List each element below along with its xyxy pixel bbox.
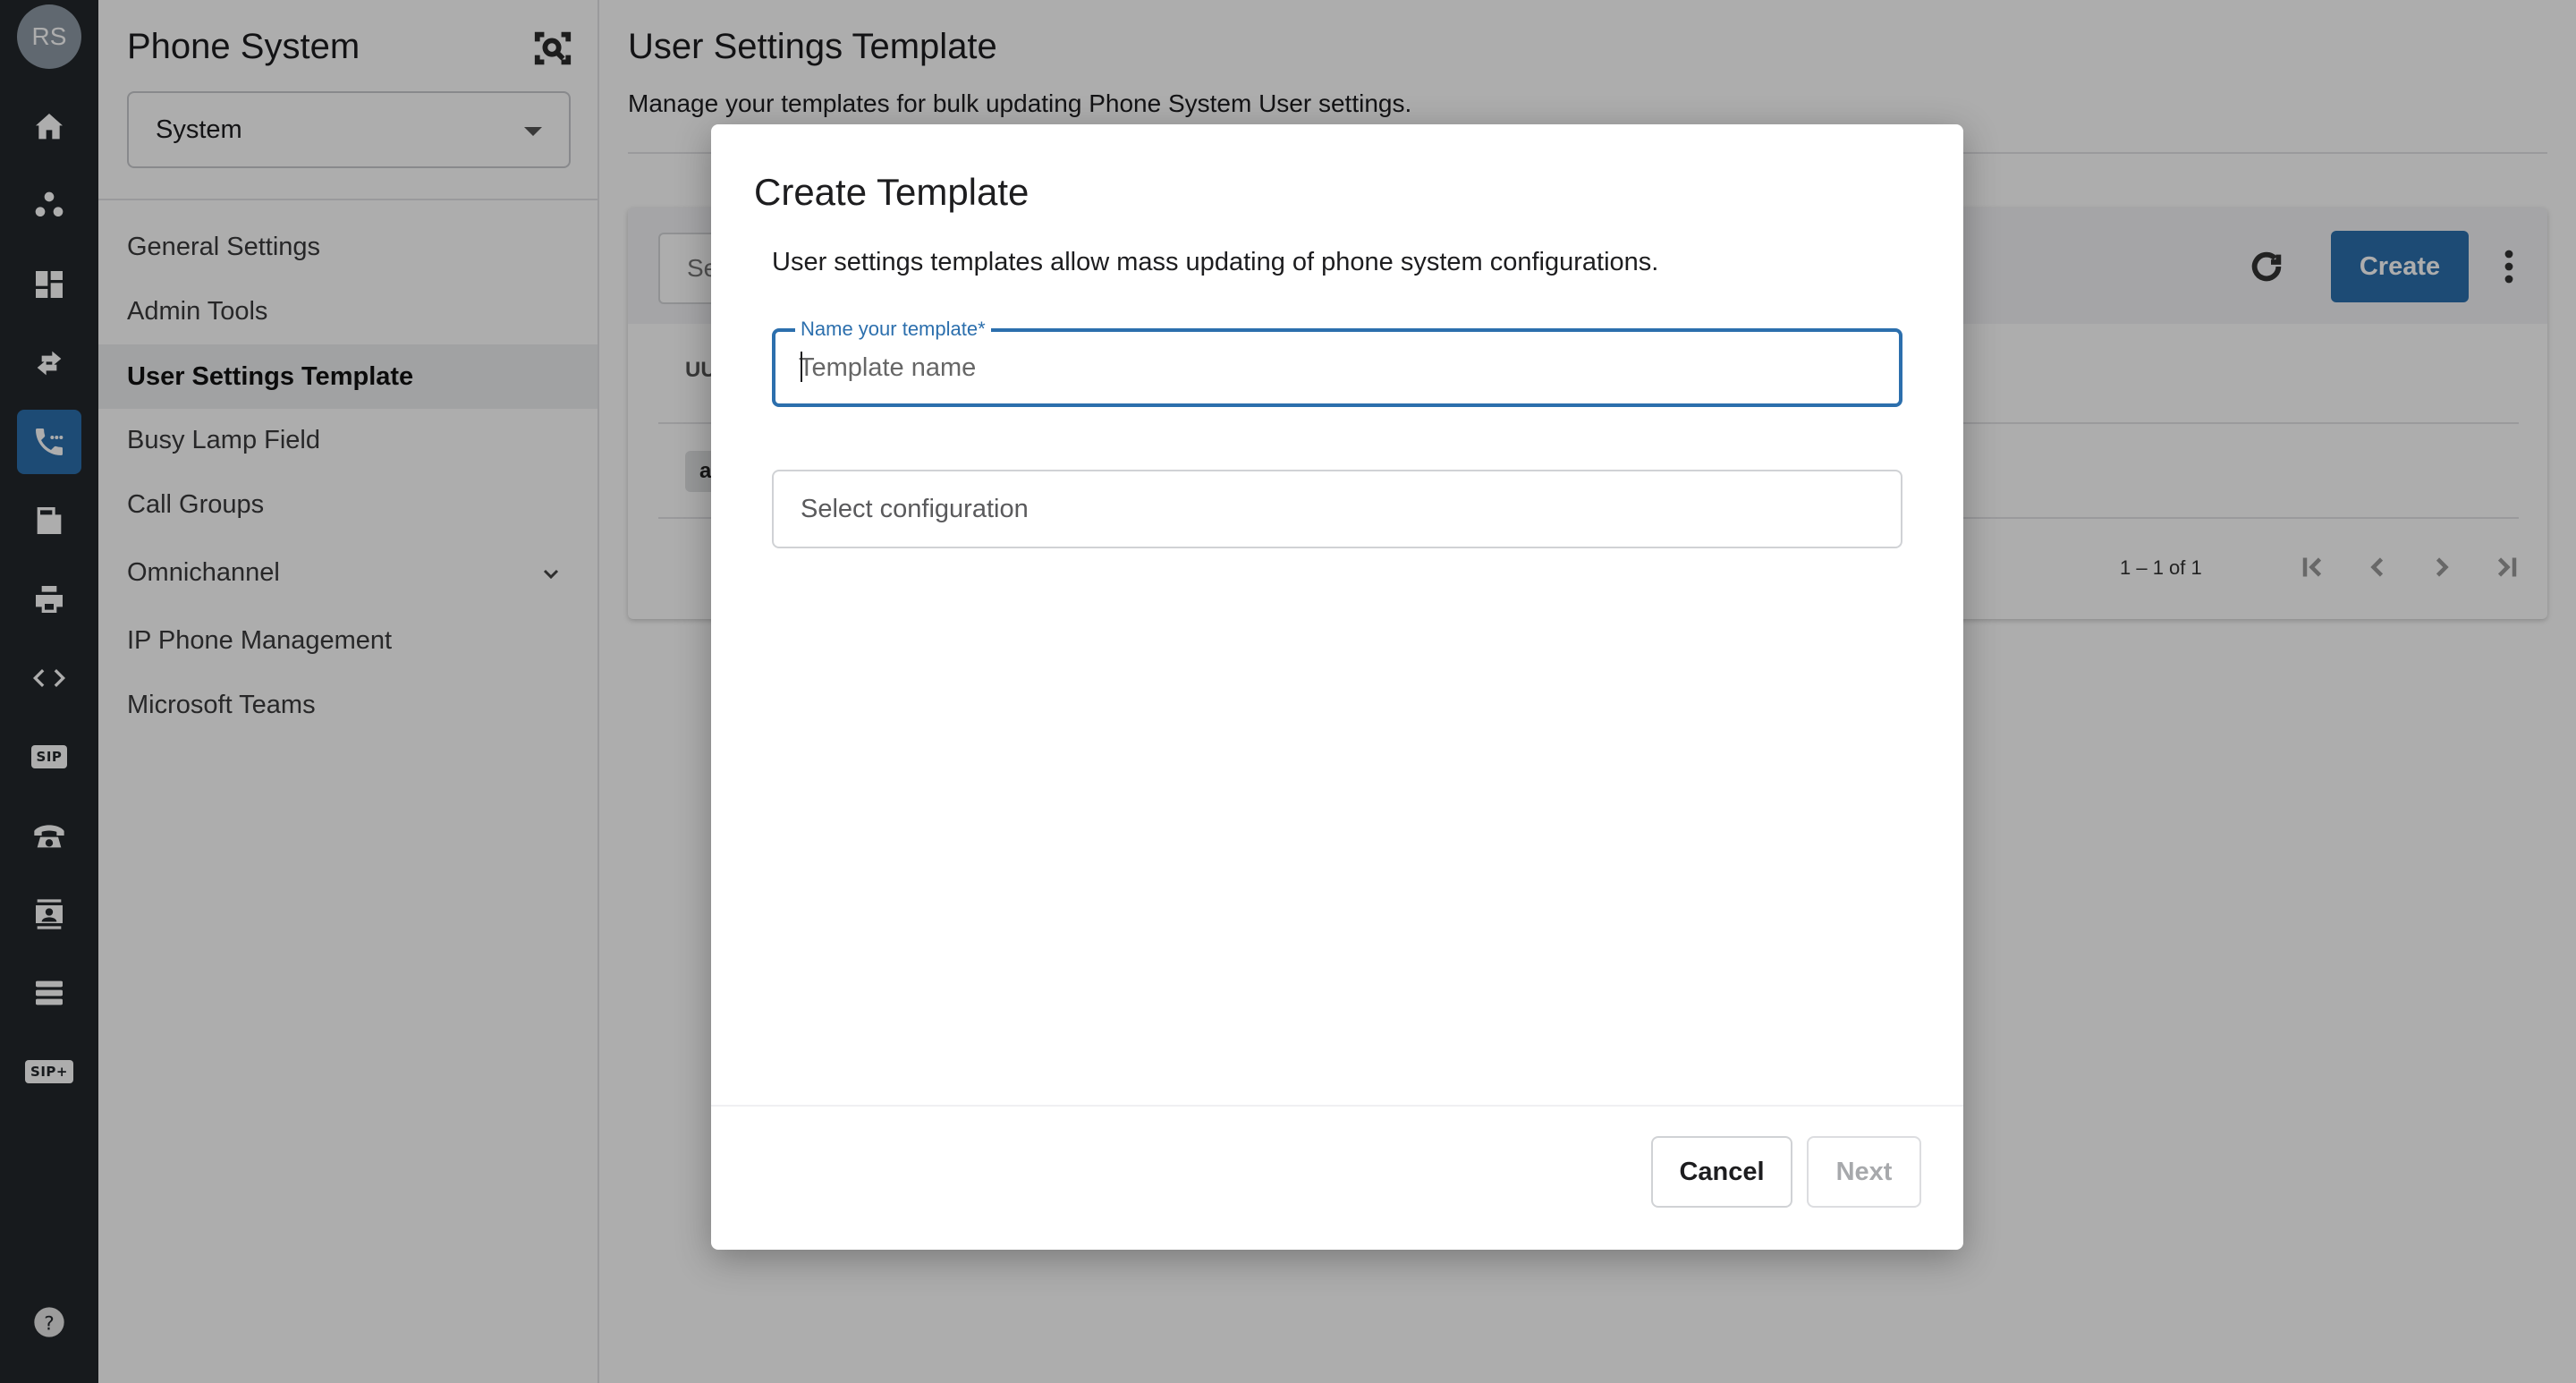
- template-name-input[interactable]: [799, 344, 1872, 391]
- dialog-description: User settings templates allow mass updat…: [772, 248, 1659, 276]
- app-root: RS SIP SIP+ ? Phone System System Genera…: [0, 0, 2576, 1383]
- create-template-dialog: Create Template User settings templates …: [711, 124, 1963, 1250]
- select-configuration-placeholder: Select configuration: [801, 494, 1029, 523]
- cancel-button[interactable]: Cancel: [1651, 1136, 1792, 1208]
- next-button[interactable]: Next: [1807, 1136, 1921, 1208]
- text-cursor: [801, 352, 802, 382]
- template-name-label: Name your template*: [795, 318, 991, 341]
- template-name-field: Name your template*: [772, 318, 1902, 407]
- dialog-footer-divider: [711, 1105, 1963, 1107]
- select-configuration-field[interactable]: Select configuration: [772, 470, 1902, 548]
- dialog-title: Create Template: [754, 171, 1030, 213]
